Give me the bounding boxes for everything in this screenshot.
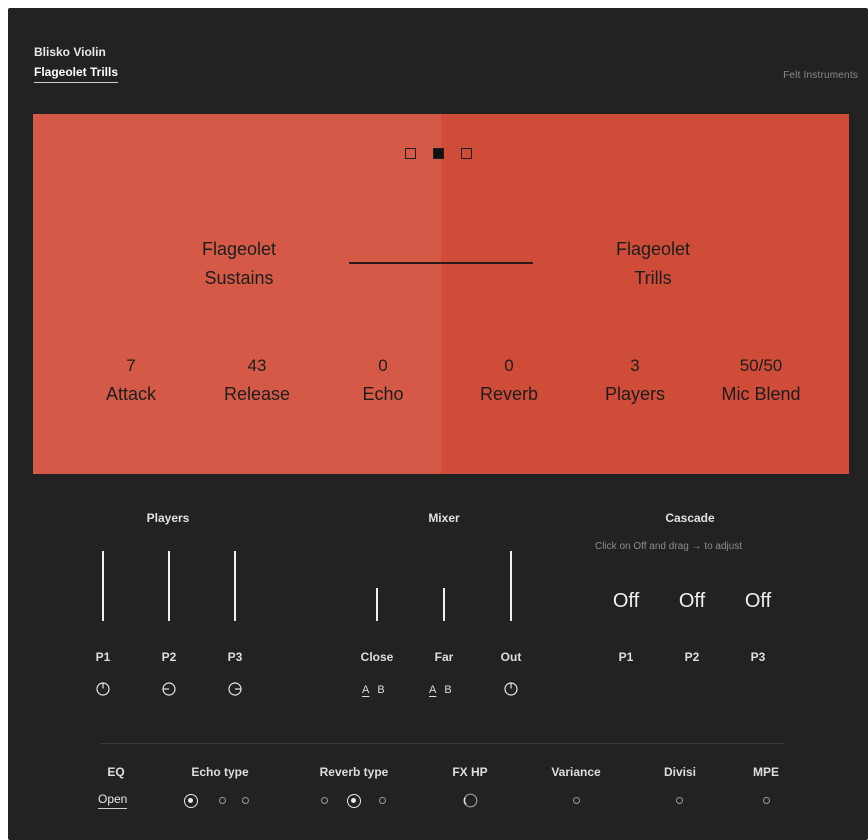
far-label: Far	[434, 650, 454, 664]
cascade-p3-value[interactable]: Off	[728, 590, 788, 613]
mixer-title: Mixer	[428, 511, 460, 525]
player-2-fader[interactable]	[168, 551, 170, 621]
articulation-left-line2: Sustains	[204, 268, 274, 288]
out-fader[interactable]	[510, 551, 512, 621]
close-a-option[interactable]: A	[362, 684, 369, 696]
eq-label: EQ	[107, 765, 125, 779]
instrument-name: Blisko Violin	[34, 45, 106, 59]
param-attack-value: 7	[126, 356, 136, 375]
fx-hp-knob-icon[interactable]	[463, 793, 478, 808]
preset-name[interactable]: Flageolet Trills	[34, 65, 119, 83]
cascade-p1-label: P1	[618, 650, 634, 664]
articulation-crossfade-line[interactable]	[349, 262, 533, 264]
brand-label: Felt Instruments	[783, 70, 858, 81]
param-echo-label: Echo	[362, 384, 404, 404]
param-echo-value: 0	[378, 356, 388, 375]
players-title: Players	[146, 511, 190, 525]
articulation-right[interactable]: Flageolet Trills	[563, 235, 743, 293]
articulation-left[interactable]: Flageolet Sustains	[149, 235, 329, 293]
param-release[interactable]: 43 Release	[197, 352, 317, 408]
mpe-toggle[interactable]	[763, 797, 770, 804]
param-reverb-label: Reverb	[479, 384, 539, 404]
reverb-type-option-2[interactable]	[347, 794, 361, 808]
echo-type-option-2[interactable]	[219, 797, 226, 804]
eq-open-button[interactable]: Open	[98, 792, 128, 809]
param-reverb[interactable]: 0 Reverb	[449, 352, 569, 408]
param-players[interactable]: 3 Players	[575, 352, 695, 408]
echo-type-option-3[interactable]	[242, 797, 249, 804]
player-1-label: P1	[95, 650, 111, 664]
divisi-toggle[interactable]	[676, 797, 683, 804]
pan-left-icon[interactable]	[162, 682, 176, 696]
page-dot-1[interactable]	[405, 148, 416, 159]
power-icon[interactable]	[96, 682, 110, 696]
bottom-divider	[100, 743, 784, 744]
page-dot-3[interactable]	[461, 148, 472, 159]
articulation-panel[interactable]: Flageolet Sustains Flageolet Trills 7 At…	[33, 114, 849, 474]
far-a-option[interactable]: A	[429, 684, 436, 696]
pan-right-icon[interactable]	[228, 682, 242, 696]
echo-type-label: Echo type	[191, 765, 249, 779]
reverb-type-option-3[interactable]	[379, 797, 386, 804]
divisi-label: Divisi	[663, 765, 696, 779]
far-ab-toggle[interactable]: AB	[429, 684, 460, 696]
reverb-type-label: Reverb type	[319, 765, 389, 779]
param-players-label: Players	[604, 384, 666, 404]
variance-toggle[interactable]	[573, 797, 580, 804]
page-dot-2-active[interactable]	[433, 148, 444, 159]
articulation-panel-left[interactable]	[33, 114, 441, 474]
far-fader[interactable]	[443, 588, 445, 621]
close-b-option[interactable]: B	[377, 684, 384, 696]
cascade-p2-value[interactable]: Off	[662, 590, 722, 613]
reverb-type-option-1[interactable]	[321, 797, 328, 804]
param-reverb-value: 0	[504, 356, 514, 375]
param-release-value: 43	[247, 356, 267, 375]
param-attack-label: Attack	[105, 384, 157, 404]
cascade-p2-label: P2	[684, 650, 700, 664]
param-players-value: 3	[630, 356, 640, 375]
param-release-label: Release	[223, 384, 291, 404]
articulation-right-line1: Flageolet	[615, 239, 691, 259]
close-ab-toggle[interactable]: AB	[362, 684, 393, 696]
param-echo[interactable]: 0 Echo	[323, 352, 443, 408]
close-label: Close	[360, 650, 394, 664]
param-mic-blend-label: Mic Blend	[721, 384, 801, 404]
player-3-fader[interactable]	[234, 551, 236, 621]
out-power-icon[interactable]	[504, 682, 518, 696]
out-label: Out	[500, 650, 522, 664]
variance-label: Variance	[551, 765, 601, 779]
cascade-hint: Click on Off and drag → to adjust	[595, 541, 743, 552]
page-indicator	[405, 148, 477, 162]
articulation-left-line1: Flageolet	[201, 239, 277, 259]
param-mic-blend-value: 50/50	[739, 356, 783, 375]
param-mic-blend[interactable]: 50/50 Mic Blend	[701, 352, 821, 408]
far-b-option[interactable]: B	[444, 684, 451, 696]
echo-type-option-1[interactable]	[184, 794, 198, 808]
plugin-window: Blisko Violin Flageolet Trills Felt Inst…	[8, 8, 868, 840]
player-2-label: P2	[161, 650, 177, 664]
player-1-fader[interactable]	[102, 551, 104, 621]
articulation-right-line2: Trills	[634, 268, 672, 288]
close-fader[interactable]	[376, 588, 378, 621]
player-3-label: P3	[227, 650, 243, 664]
cascade-title: Cascade	[665, 511, 715, 525]
articulation-panel-right[interactable]	[441, 114, 849, 474]
param-attack[interactable]: 7 Attack	[71, 352, 191, 408]
cascade-p3-label: P3	[750, 650, 766, 664]
fx-hp-label: FX HP	[452, 765, 488, 779]
mpe-label: MPE	[752, 765, 779, 779]
cascade-p1-value[interactable]: Off	[596, 590, 656, 613]
